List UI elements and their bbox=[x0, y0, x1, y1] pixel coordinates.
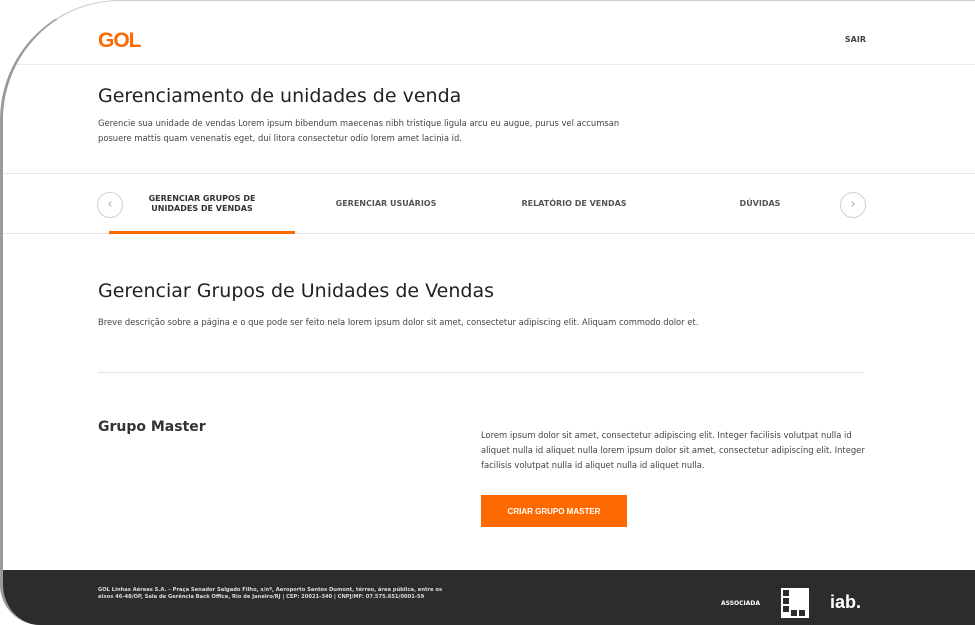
logout-link[interactable]: SAIR bbox=[845, 35, 866, 44]
app-frame: GOL SAIR Gerenciamento de unidades de ve… bbox=[0, 0, 975, 625]
footer: GOL Linhas Aéreas S.A. – Praça Senador S… bbox=[3, 570, 975, 625]
tab-label: GERENCIAR GRUPOS DE UNIDADES DE VENDAS bbox=[148, 194, 256, 213]
footer-company-info: GOL Linhas Aéreas S.A. – Praça Senador S… bbox=[98, 587, 443, 600]
tab-relatorio-vendas[interactable]: RELATÓRIO DE VENDAS bbox=[509, 174, 639, 234]
chevron-right-icon[interactable]: › bbox=[840, 192, 866, 218]
tab-duvidas[interactable]: DÚVIDAS bbox=[713, 174, 807, 234]
group-description: Lorem ipsum dolor sit amet, consectetur … bbox=[481, 430, 865, 470]
tab-label: GERENCIAR USUÁRIOS bbox=[335, 199, 437, 208]
section-description: Breve descrição sobre a página e o que p… bbox=[98, 317, 699, 327]
tab-gerenciar-grupos[interactable]: GERENCIAR GRUPOS DE UNIDADES DE VENDAS bbox=[109, 174, 295, 234]
group-name: Grupo Master bbox=[98, 419, 206, 435]
page-description: Gerencie sua unidade de vendas Lorem ips… bbox=[98, 118, 620, 143]
associada-label: ASSOCIADA bbox=[721, 600, 761, 607]
page-title: Gerenciamento de unidades de venda bbox=[98, 85, 462, 107]
iab-logo: iab. bbox=[830, 592, 862, 612]
gol-logo[interactable]: GOL bbox=[98, 29, 141, 53]
section-title: Gerenciar Grupos de Unidades de Vendas bbox=[98, 280, 495, 302]
tab-bar: ‹ GERENCIAR GRUPOS DE UNIDADES DE VENDAS… bbox=[3, 173, 975, 234]
abear-logo bbox=[781, 588, 809, 618]
top-header: GOL SAIR bbox=[3, 13, 975, 65]
tab-label: RELATÓRIO DE VENDAS bbox=[521, 199, 627, 208]
section-divider bbox=[98, 372, 864, 373]
create-master-group-button[interactable]: CRIAR GRUPO MASTER bbox=[481, 495, 627, 527]
tab-label: DÚVIDAS bbox=[739, 199, 781, 208]
tab-gerenciar-usuarios[interactable]: GERENCIAR USUÁRIOS bbox=[323, 174, 449, 234]
